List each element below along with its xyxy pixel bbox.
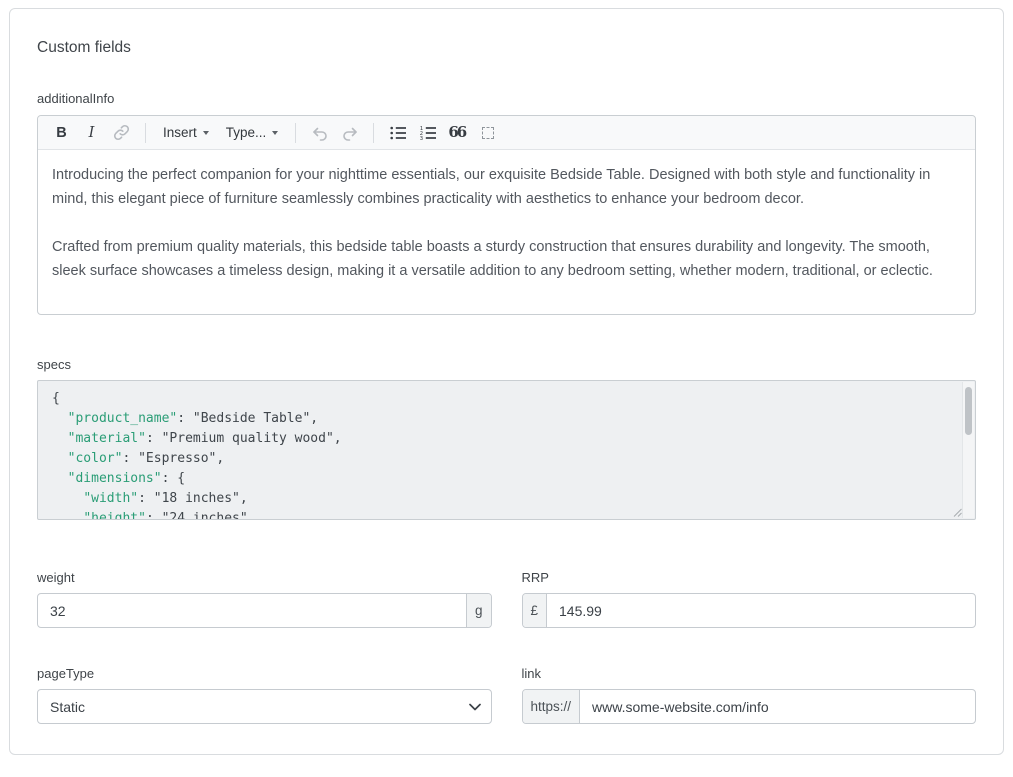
rrp-field: RRP £: [522, 570, 977, 628]
insert-dropdown-label: Insert: [163, 125, 197, 140]
type-dropdown[interactable]: Type...: [219, 120, 286, 146]
scrollbar-track[interactable]: [962, 382, 974, 518]
editor-paragraph: Crafted from premium quality materials, …: [52, 235, 961, 283]
toolbar-divider: [373, 123, 374, 143]
link-icon: [113, 124, 130, 141]
link-input-group: https://: [522, 689, 977, 724]
svg-text:3: 3: [420, 136, 423, 142]
numbered-list-button[interactable]: 1 2 3: [414, 120, 441, 146]
toolbar-divider: [145, 123, 146, 143]
type-dropdown-label: Type...: [226, 125, 267, 140]
link-input[interactable]: [580, 690, 975, 723]
weight-input[interactable]: [38, 594, 466, 627]
fields-grid: weight g RRP £ pageType Static: [37, 570, 976, 724]
protocol-addon: https://: [523, 690, 581, 723]
insert-block-button[interactable]: [474, 120, 501, 146]
custom-fields-panel: Custom fields additionalInfo B I Insert …: [9, 8, 1004, 755]
blockquote-button[interactable]: 66: [444, 120, 471, 146]
additional-info-label: additionalInfo: [37, 91, 976, 106]
panel-title: Custom fields: [37, 9, 976, 57]
currency-addon: £: [523, 594, 548, 627]
editor-toolbar: B I Insert Type...: [38, 116, 975, 150]
undo-button[interactable]: [306, 120, 333, 146]
page-type-select-wrap: Static: [37, 689, 492, 724]
specs-textarea[interactable]: { "product_name": "Bedside Table", "mate…: [37, 380, 976, 520]
caret-down-icon: [272, 131, 278, 135]
specs-label: specs: [37, 357, 976, 372]
weight-input-group: g: [37, 593, 492, 628]
weight-field: weight g: [37, 570, 492, 628]
bullet-list-button[interactable]: [384, 120, 411, 146]
undo-icon: [311, 124, 329, 142]
redo-icon: [341, 124, 359, 142]
rrp-input-group: £: [522, 593, 977, 628]
blockquote-icon: 66: [448, 125, 467, 140]
italic-button[interactable]: I: [78, 120, 105, 146]
rrp-label: RRP: [522, 570, 977, 585]
page-type-field: pageType Static: [37, 666, 492, 724]
link-label: link: [522, 666, 977, 681]
resize-handle-icon[interactable]: [953, 508, 962, 517]
specs-code: { "product_name": "Bedside Table", "mate…: [38, 381, 975, 520]
page-type-label: pageType: [37, 666, 492, 681]
editor-content[interactable]: Introducing the perfect companion for yo…: [38, 150, 975, 296]
rrp-input[interactable]: [547, 594, 975, 627]
dashed-box-icon: [482, 127, 494, 139]
bold-button[interactable]: B: [48, 120, 75, 146]
weight-label: weight: [37, 570, 492, 585]
weight-unit-addon: g: [466, 594, 491, 627]
link-button[interactable]: [108, 120, 135, 146]
link-field: link https://: [522, 666, 977, 724]
redo-button[interactable]: [336, 120, 363, 146]
editor-paragraph: Introducing the perfect companion for yo…: [52, 163, 961, 211]
scrollbar-thumb[interactable]: [965, 387, 972, 435]
numbered-list-icon: 1 2 3: [419, 124, 437, 142]
caret-down-icon: [203, 131, 209, 135]
rich-text-editor: B I Insert Type...: [37, 115, 976, 315]
bullet-list-icon: [389, 124, 407, 142]
insert-dropdown[interactable]: Insert: [156, 120, 216, 146]
toolbar-divider: [295, 123, 296, 143]
page-type-select[interactable]: Static: [37, 689, 492, 724]
